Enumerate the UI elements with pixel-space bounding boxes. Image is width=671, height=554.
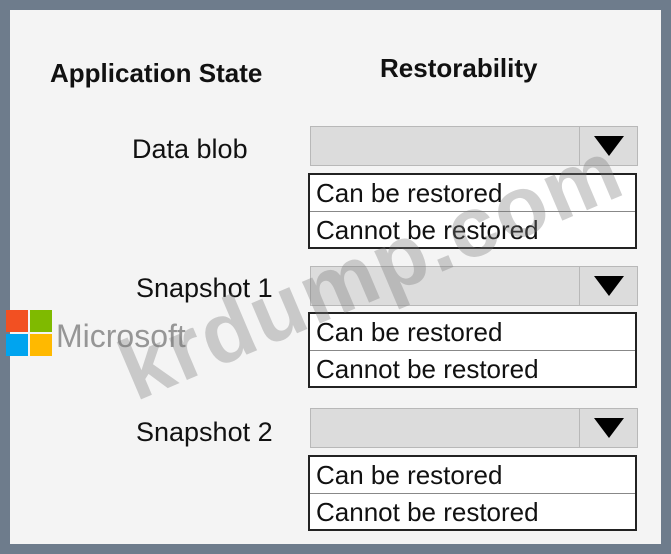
- chevron-down-icon: [593, 418, 624, 438]
- option-cannot-be-restored[interactable]: Cannot be restored: [310, 350, 635, 386]
- logo-square-yellow: [30, 334, 52, 356]
- options-snapshot-2: Can be restored Cannot be restored: [308, 455, 637, 531]
- application-state-header: Application State: [50, 58, 263, 88]
- chevron-down-icon: [593, 276, 624, 296]
- option-can-be-restored[interactable]: Can be restored: [310, 457, 635, 493]
- dropdown-snapshot-2[interactable]: [310, 408, 638, 448]
- logo-square-red: [6, 310, 28, 332]
- row-label-snapshot-2: Snapshot 2: [136, 417, 273, 447]
- dropdown-arrow-button[interactable]: [579, 409, 637, 447]
- logo-square-blue: [6, 334, 28, 356]
- row-label-data-blob: Data blob: [132, 134, 248, 164]
- option-cannot-be-restored[interactable]: Cannot be restored: [310, 493, 635, 529]
- dropdown-arrow-button[interactable]: [579, 267, 637, 305]
- restorability-header: Restorability: [380, 53, 538, 83]
- logo-square-green: [30, 310, 52, 332]
- microsoft-logo-icon: [6, 310, 52, 356]
